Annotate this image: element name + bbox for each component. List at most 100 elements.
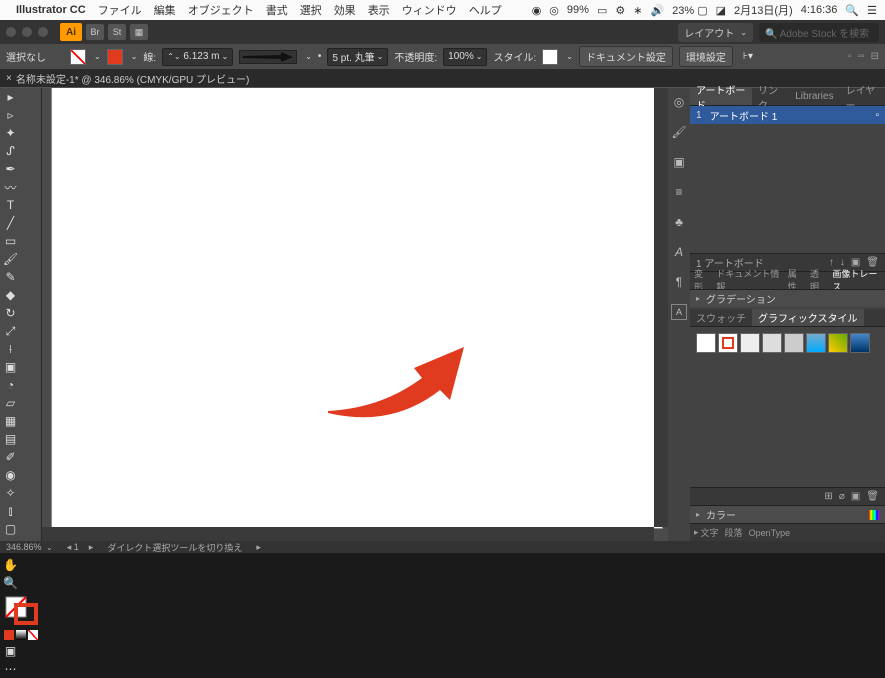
style-swatch-2[interactable] bbox=[718, 333, 738, 353]
tab-libraries[interactable]: Libraries bbox=[789, 88, 839, 105]
blend-tool[interactable]: ◉ bbox=[0, 466, 21, 484]
menu-file[interactable]: ファイル bbox=[98, 2, 142, 18]
mem-icon[interactable]: 99% bbox=[567, 4, 589, 16]
rectangle-tool[interactable]: ▭ bbox=[0, 232, 21, 250]
style-swatch[interactable] bbox=[542, 49, 558, 65]
dock-character-icon[interactable]: A bbox=[671, 244, 687, 260]
graph-tool[interactable]: ⫾ bbox=[0, 502, 21, 520]
artboard-options-icon[interactable]: ▫ bbox=[875, 110, 879, 121]
style-swatch-7[interactable] bbox=[828, 333, 848, 353]
shape-builder-tool[interactable]: ◔ bbox=[0, 376, 21, 394]
stock-search[interactable]: 🔍 Adobe Stock を検索 bbox=[759, 23, 879, 42]
style-swatch-3[interactable] bbox=[740, 333, 760, 353]
styles-menu-icon[interactable]: ⊞ bbox=[824, 491, 832, 502]
display-icon[interactable]: ▭ bbox=[597, 4, 607, 17]
menu-help[interactable]: ヘルプ bbox=[469, 2, 502, 18]
canvas-area[interactable] bbox=[42, 88, 668, 541]
move-up-icon[interactable]: ↑ bbox=[829, 257, 834, 268]
curvature-tool[interactable]: 〰 bbox=[0, 178, 21, 196]
bluetooth-icon[interactable]: ∗ bbox=[633, 4, 642, 17]
layout-dropdown[interactable]: レイアウト⌄ bbox=[678, 23, 753, 42]
opacity-field[interactable]: 100%⌄ bbox=[443, 48, 487, 66]
pen-tool[interactable]: ✒ bbox=[0, 160, 21, 178]
arrange-icon[interactable]: ▦ bbox=[130, 24, 148, 40]
menu-view[interactable]: 表示 bbox=[368, 2, 390, 18]
color-accordion[interactable]: カラー bbox=[690, 505, 885, 523]
style-swatch-4[interactable] bbox=[762, 333, 782, 353]
selection-tool[interactable]: ▸ bbox=[0, 88, 21, 106]
horizontal-scrollbar[interactable] bbox=[42, 527, 654, 541]
menu-type[interactable]: 書式 bbox=[266, 2, 288, 18]
menu-window[interactable]: ウィンドウ bbox=[402, 2, 457, 18]
dock-appearance-icon[interactable]: ♣ bbox=[671, 214, 687, 230]
mesh-tool[interactable]: ▦ bbox=[0, 412, 21, 430]
dock-glyphs-icon[interactable]: A bbox=[671, 304, 687, 320]
delete-style-icon[interactable]: 🗑 bbox=[866, 491, 879, 502]
status-menu-icon[interactable]: ▸ bbox=[256, 542, 261, 553]
lasso-tool[interactable]: ᔑ bbox=[0, 142, 21, 160]
notifications-icon[interactable]: ☰ bbox=[867, 4, 877, 17]
tab-opentype[interactable]: OpenType bbox=[749, 528, 791, 538]
fill-stroke-swatch[interactable] bbox=[0, 592, 41, 628]
perspective-tool[interactable]: ▱ bbox=[0, 394, 21, 412]
panel-toggle-3-icon[interactable]: ⊟ bbox=[871, 51, 879, 62]
artboard-list-item[interactable]: 1 アートボード 1 ▫ bbox=[690, 106, 885, 124]
spotlight-icon[interactable]: 🔍 bbox=[845, 4, 859, 17]
tab-links[interactable]: リンク bbox=[752, 88, 789, 105]
edit-toolbar-icon[interactable]: ⋯ bbox=[0, 660, 21, 678]
magic-wand-tool[interactable]: ✦ bbox=[0, 124, 21, 142]
move-down-icon[interactable]: ↓ bbox=[840, 257, 845, 268]
eraser-tool[interactable]: ◆ bbox=[0, 286, 21, 304]
wifi-icon[interactable]: ⚙ bbox=[615, 4, 625, 17]
new-style-icon[interactable]: ▣ bbox=[851, 491, 860, 502]
delete-artboard-icon[interactable]: 🗑 bbox=[866, 257, 879, 268]
direct-selection-tool[interactable]: ▹ bbox=[0, 106, 21, 124]
dock-brushes-icon[interactable]: 🖌 bbox=[671, 124, 687, 140]
rotate-tool[interactable]: ↻ bbox=[0, 304, 21, 322]
shaper-tool[interactable]: ✎ bbox=[0, 268, 21, 286]
new-artboard-icon[interactable]: ▣ bbox=[851, 257, 860, 268]
gradient-accordion[interactable]: グラデーション bbox=[690, 289, 885, 307]
menubar-time[interactable]: 4:16:36 bbox=[801, 4, 838, 16]
scale-tool[interactable]: ⤢ bbox=[0, 322, 21, 340]
gradient-tool[interactable]: ▤ bbox=[0, 430, 21, 448]
line-tool[interactable]: ╱ bbox=[0, 214, 21, 232]
type-tool[interactable]: T bbox=[0, 196, 21, 214]
artboard[interactable] bbox=[52, 88, 662, 528]
stats-icon[interactable]: ◎ bbox=[549, 4, 559, 17]
menu-edit[interactable]: 編集 bbox=[154, 2, 176, 18]
tab-character[interactable]: 文字 bbox=[701, 526, 719, 539]
dock-symbols-icon[interactable]: ▣ bbox=[671, 154, 687, 170]
break-link-icon[interactable]: ⌀ bbox=[839, 491, 845, 502]
tab-swatches[interactable]: スウォッチ bbox=[690, 309, 752, 326]
stroke-width-field[interactable]: ⌃⌄ 6.123 m⌄ bbox=[162, 48, 233, 66]
panel-toggle-2-icon[interactable]: ▫▫ bbox=[858, 51, 865, 62]
align-menu-icon[interactable]: ⊦▾ bbox=[739, 51, 757, 62]
tab-layers[interactable]: レイヤー bbox=[840, 88, 885, 105]
dock-stroke-icon[interactable]: ≡ bbox=[671, 184, 687, 200]
tab-paragraph[interactable]: 段落 bbox=[725, 526, 743, 539]
menu-select[interactable]: 選択 bbox=[300, 2, 322, 18]
color-mode-row[interactable] bbox=[0, 628, 41, 642]
vertical-scrollbar[interactable] bbox=[654, 88, 668, 527]
tab-artboards[interactable]: アートボード bbox=[690, 88, 752, 105]
artboard-tool[interactable]: ▢ bbox=[0, 520, 21, 538]
style-swatch-1[interactable] bbox=[696, 333, 716, 353]
window-traffic-lights[interactable] bbox=[6, 27, 48, 37]
zoom-tool[interactable]: 🔍 bbox=[0, 574, 21, 592]
panel-toggle-1-icon[interactable]: ▫ bbox=[848, 51, 852, 62]
dock-color-guide-icon[interactable]: ◎ bbox=[671, 94, 687, 110]
menu-effect[interactable]: 効果 bbox=[334, 2, 356, 18]
menubar-date[interactable]: 2月13日(月) bbox=[734, 2, 793, 18]
fill-dropdown-icon[interactable]: ⌄ bbox=[94, 52, 101, 61]
dock-paragraph-icon[interactable]: ¶ bbox=[671, 274, 687, 290]
app-menu[interactable]: Illustrator CC bbox=[16, 4, 86, 16]
document-tab[interactable]: 名称未設定-1* @ 346.86% (CMYK/GPU プレビュー) bbox=[12, 71, 254, 86]
stock-icon[interactable]: St bbox=[108, 24, 126, 40]
paintbrush-tool[interactable]: 🖌 bbox=[0, 250, 21, 268]
hand-tool[interactable]: ✋ bbox=[0, 556, 21, 574]
line-icon[interactable]: ◉ bbox=[532, 4, 542, 17]
menu-object[interactable]: オブジェクト bbox=[188, 2, 254, 18]
document-setup-button[interactable]: ドキュメント設定 bbox=[579, 46, 673, 67]
zoom-level[interactable]: 346.86% ⌄ bbox=[6, 542, 53, 552]
